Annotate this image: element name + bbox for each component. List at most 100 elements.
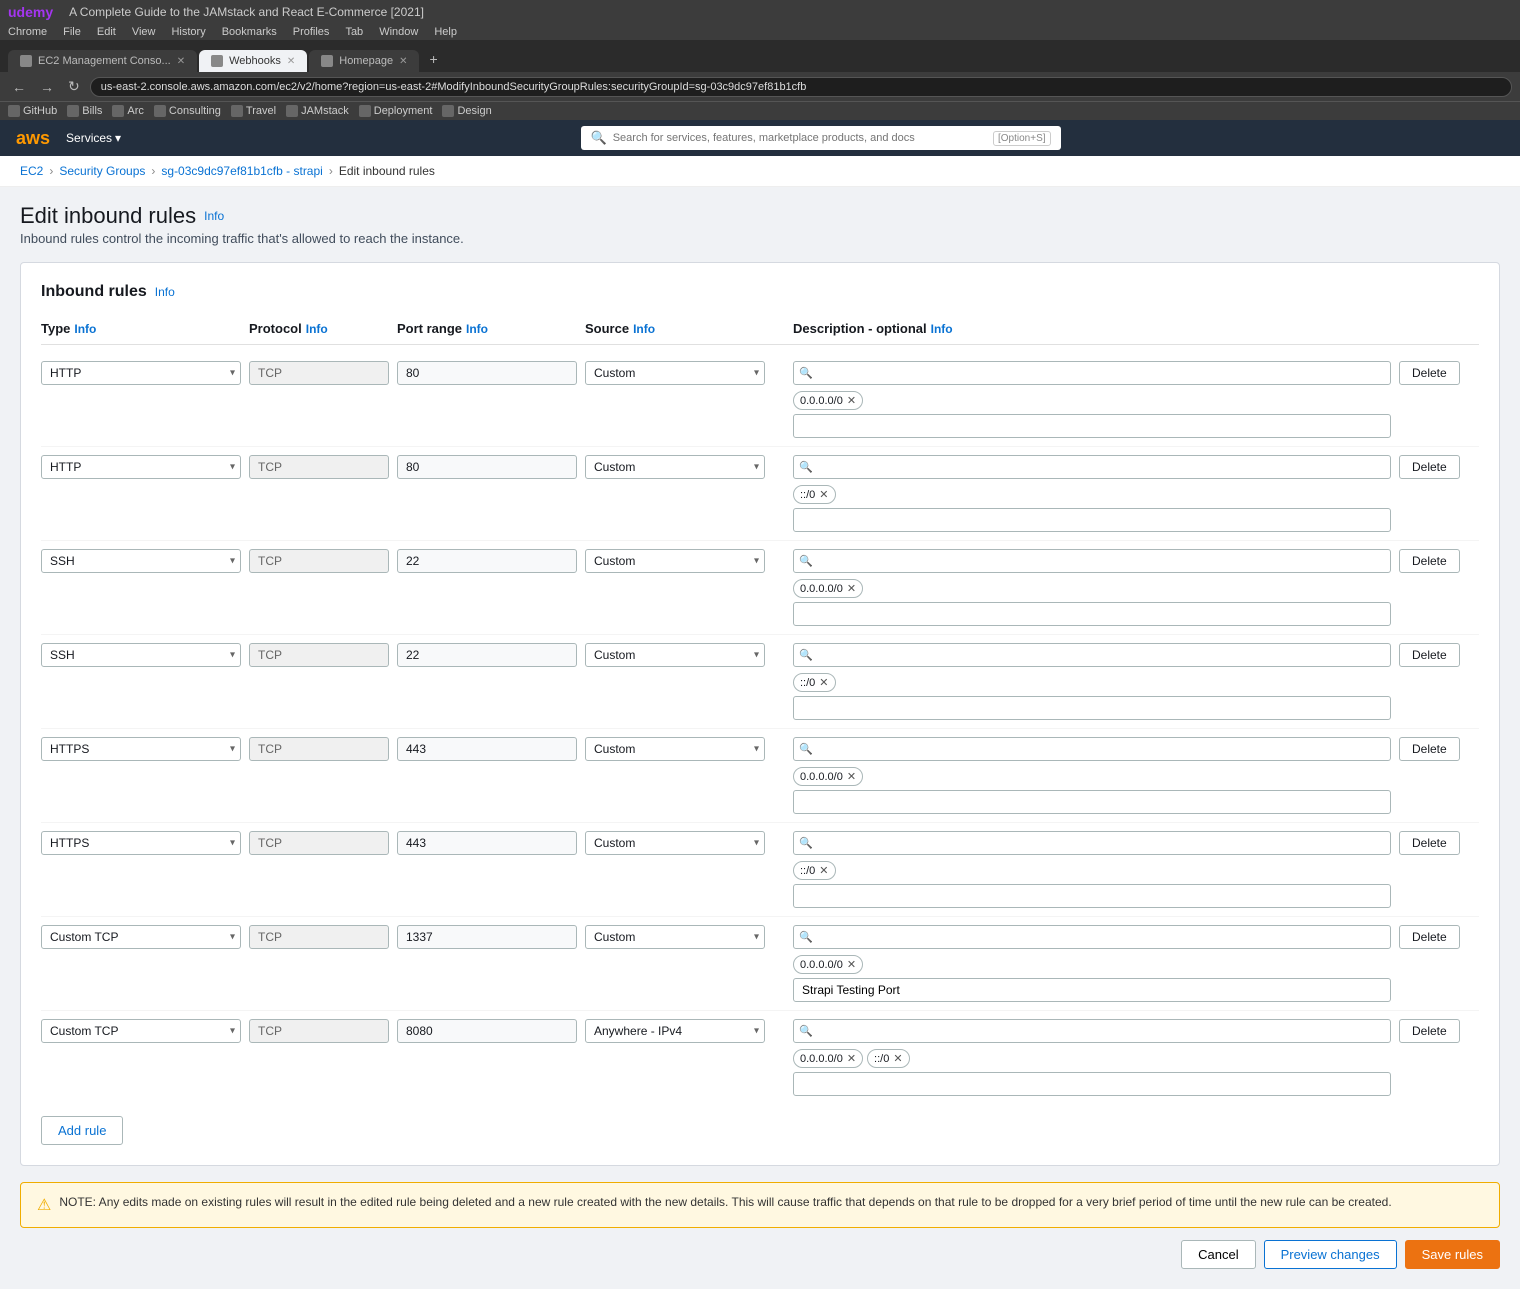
- menu-bookmarks[interactable]: Bookmarks: [222, 26, 277, 38]
- col-protocol-info[interactable]: Info: [306, 322, 328, 336]
- source-search-input[interactable]: [793, 1019, 1391, 1043]
- bookmark-travel[interactable]: Travel: [231, 105, 276, 117]
- menu-window[interactable]: Window: [379, 26, 418, 38]
- services-menu[interactable]: Services ▾: [66, 131, 121, 145]
- type-select[interactable]: HTTPHTTPSSSHCustom TCPCustom UDPAll traf…: [41, 737, 241, 761]
- address-bar-input[interactable]: [90, 77, 1512, 97]
- source-select[interactable]: CustomAnywhere - IPv4Anywhere - IPv6My I…: [585, 643, 765, 667]
- port-range-input[interactable]: [397, 361, 577, 385]
- type-select[interactable]: HTTPHTTPSSSHCustom TCPCustom UDPAll traf…: [41, 831, 241, 855]
- page-info-link[interactable]: Info: [204, 209, 224, 223]
- delete-button[interactable]: Delete: [1399, 361, 1460, 385]
- forward-button[interactable]: →: [36, 77, 58, 97]
- type-select[interactable]: HTTPHTTPSSSHCustom TCPCustom UDPAll traf…: [41, 549, 241, 573]
- source-search-input[interactable]: [793, 549, 1391, 573]
- menu-history[interactable]: History: [171, 26, 205, 38]
- port-range-input[interactable]: [397, 925, 577, 949]
- delete-button[interactable]: Delete: [1399, 455, 1460, 479]
- tag-remove-button[interactable]: ✕: [819, 864, 828, 877]
- delete-button[interactable]: Delete: [1399, 643, 1460, 667]
- tag-remove-button[interactable]: ✕: [893, 1052, 902, 1065]
- menu-help[interactable]: Help: [434, 26, 457, 38]
- port-range-input[interactable]: [397, 455, 577, 479]
- menu-tab[interactable]: Tab: [345, 26, 363, 38]
- tab-ec2-close[interactable]: ✕: [177, 56, 185, 67]
- source-select[interactable]: CustomAnywhere - IPv4Anywhere - IPv6My I…: [585, 455, 765, 479]
- tab-ec2[interactable]: EC2 Management Conso... ✕: [8, 50, 197, 72]
- source-select[interactable]: CustomAnywhere - IPv4Anywhere - IPv6My I…: [585, 737, 765, 761]
- source-search-input[interactable]: [793, 737, 1391, 761]
- port-range-input[interactable]: [397, 737, 577, 761]
- bookmark-arc[interactable]: Arc: [112, 105, 144, 117]
- aws-search-input[interactable]: [613, 132, 987, 144]
- type-select[interactable]: HTTPHTTPSSSHCustom TCPCustom UDPAll traf…: [41, 361, 241, 385]
- bookmark-deployment[interactable]: Deployment: [359, 105, 433, 117]
- port-range-input[interactable]: [397, 1019, 577, 1043]
- breadcrumb-ec2[interactable]: EC2: [20, 164, 43, 178]
- type-select[interactable]: HTTPHTTPSSSHCustom TCPCustom UDPAll traf…: [41, 925, 241, 949]
- description-input[interactable]: [793, 508, 1391, 532]
- col-type-info[interactable]: Info: [74, 322, 96, 336]
- col-source-info[interactable]: Info: [633, 322, 655, 336]
- type-select[interactable]: HTTPHTTPSSSHCustom TCPCustom UDPAll traf…: [41, 1019, 241, 1043]
- description-input[interactable]: [793, 414, 1391, 438]
- preview-changes-button[interactable]: Preview changes: [1264, 1240, 1397, 1269]
- menu-edit[interactable]: Edit: [97, 26, 116, 38]
- description-input[interactable]: [793, 602, 1391, 626]
- breadcrumb-security-groups[interactable]: Security Groups: [59, 164, 145, 178]
- source-select[interactable]: CustomAnywhere - IPv4Anywhere - IPv6My I…: [585, 925, 765, 949]
- breadcrumb-sg[interactable]: sg-03c9dc97ef81b1cfb - strapi: [161, 164, 322, 178]
- tab-webhooks[interactable]: Webhooks ✕: [199, 50, 307, 72]
- panel-info-link[interactable]: Info: [155, 285, 175, 299]
- description-input[interactable]: [793, 1072, 1391, 1096]
- source-search-input[interactable]: [793, 643, 1391, 667]
- port-range-input[interactable]: [397, 831, 577, 855]
- delete-button[interactable]: Delete: [1399, 737, 1460, 761]
- menu-view[interactable]: View: [132, 26, 156, 38]
- reload-button[interactable]: ↻: [64, 76, 84, 97]
- delete-button[interactable]: Delete: [1399, 549, 1460, 573]
- bookmark-bills[interactable]: Bills: [67, 105, 102, 117]
- source-search-input[interactable]: [793, 831, 1391, 855]
- bookmark-consulting[interactable]: Consulting: [154, 105, 221, 117]
- tag-remove-button[interactable]: ✕: [847, 394, 856, 407]
- source-search-input[interactable]: [793, 455, 1391, 479]
- source-select[interactable]: CustomAnywhere - IPv4Anywhere - IPv6My I…: [585, 361, 765, 385]
- col-desc-info[interactable]: Info: [931, 322, 953, 336]
- description-input[interactable]: [793, 978, 1391, 1002]
- new-tab-button[interactable]: +: [421, 46, 445, 72]
- cancel-button[interactable]: Cancel: [1181, 1240, 1255, 1269]
- add-rule-button[interactable]: Add rule: [41, 1116, 123, 1145]
- source-select[interactable]: CustomAnywhere - IPv4Anywhere - IPv6My I…: [585, 1019, 765, 1043]
- col-port-info[interactable]: Info: [466, 322, 488, 336]
- bookmark-jamstack[interactable]: JAMstack: [286, 105, 349, 117]
- tag-remove-button[interactable]: ✕: [847, 582, 856, 595]
- tag-remove-button[interactable]: ✕: [847, 770, 856, 783]
- menu-chrome[interactable]: Chrome: [8, 26, 47, 38]
- source-select[interactable]: CustomAnywhere - IPv4Anywhere - IPv6My I…: [585, 831, 765, 855]
- delete-button[interactable]: Delete: [1399, 831, 1460, 855]
- description-input[interactable]: [793, 790, 1391, 814]
- tag-remove-button[interactable]: ✕: [819, 676, 828, 689]
- type-select[interactable]: HTTPHTTPSSSHCustom TCPCustom UDPAll traf…: [41, 455, 241, 479]
- description-input[interactable]: [793, 884, 1391, 908]
- delete-button[interactable]: Delete: [1399, 1019, 1460, 1043]
- port-range-input[interactable]: [397, 549, 577, 573]
- bookmark-design[interactable]: Design: [442, 105, 491, 117]
- source-search-input[interactable]: [793, 361, 1391, 385]
- tag-remove-button[interactable]: ✕: [819, 488, 828, 501]
- delete-button[interactable]: Delete: [1399, 925, 1460, 949]
- tab-homepage[interactable]: Homepage ✕: [309, 50, 419, 72]
- save-rules-button[interactable]: Save rules: [1405, 1240, 1500, 1269]
- source-select[interactable]: CustomAnywhere - IPv4Anywhere - IPv6My I…: [585, 549, 765, 573]
- port-range-input[interactable]: [397, 643, 577, 667]
- type-select[interactable]: HTTPHTTPSSSHCustom TCPCustom UDPAll traf…: [41, 643, 241, 667]
- tag-remove-button[interactable]: ✕: [847, 1052, 856, 1065]
- aws-search-bar[interactable]: 🔍 [Option+S]: [581, 126, 1061, 150]
- menu-file[interactable]: File: [63, 26, 81, 38]
- bookmark-github[interactable]: GitHub: [8, 105, 57, 117]
- tab-webhooks-close[interactable]: ✕: [287, 56, 295, 67]
- back-button[interactable]: ←: [8, 77, 30, 97]
- description-input[interactable]: [793, 696, 1391, 720]
- menu-profiles[interactable]: Profiles: [293, 26, 330, 38]
